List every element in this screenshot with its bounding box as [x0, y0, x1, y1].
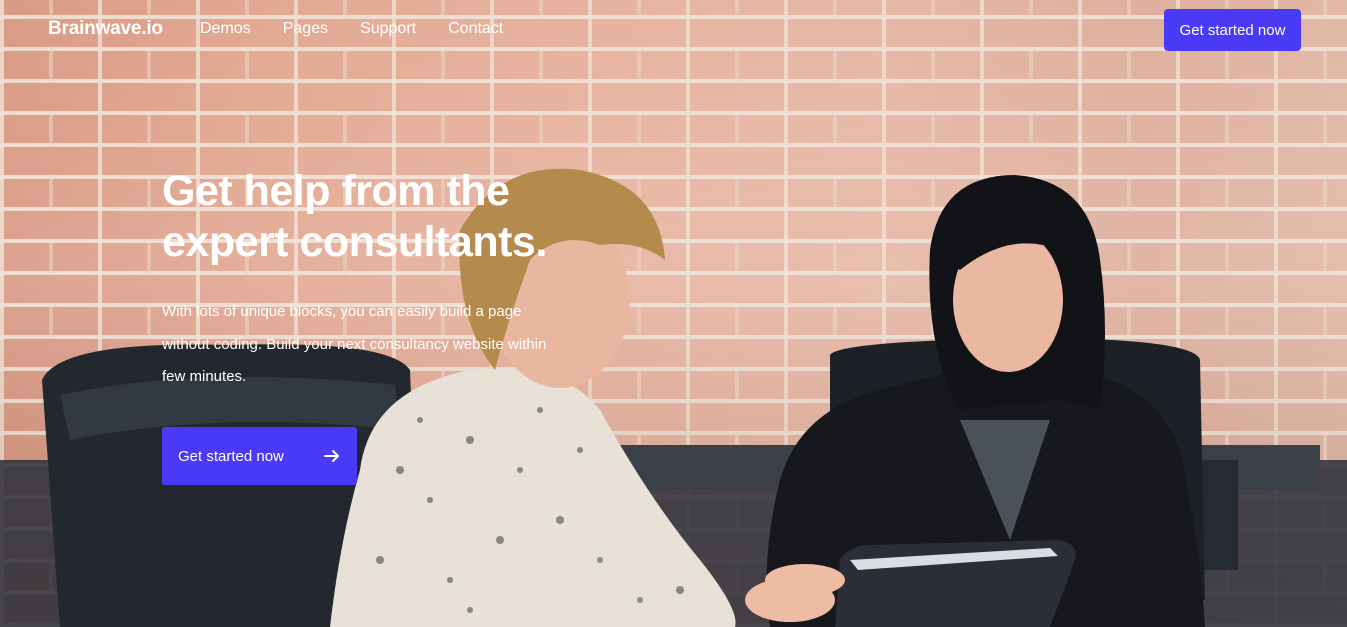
hero-description: With lots of unique blocks, you can easi… — [162, 303, 547, 385]
main-nav: Demos Pages Support Contact — [200, 20, 503, 38]
nav-item-contact[interactable]: Contact — [448, 20, 503, 38]
nav-item-demos[interactable]: Demos — [200, 20, 251, 38]
hero-title-line-2: expert consultants. — [162, 218, 547, 266]
nav-item-support[interactable]: Support — [360, 20, 416, 38]
hero-cta-label: Get started now — [178, 447, 284, 465]
hero-title: Get help from the expert consultants. — [162, 166, 602, 268]
arrow-right-icon — [323, 447, 341, 465]
hero-copy: Get help from the expert consultants. Wi… — [162, 166, 602, 394]
hero-section: Brainwave.io Demos Pages Support Contact… — [0, 0, 1347, 627]
hero-title-line-1: Get help from the — [162, 167, 510, 215]
site-header: Brainwave.io Demos Pages Support Contact… — [0, 0, 1347, 60]
nav-item-pages[interactable]: Pages — [283, 20, 328, 38]
brand-logo[interactable]: Brainwave.io — [48, 18, 163, 40]
hero-get-started-button[interactable]: Get started now — [162, 427, 357, 485]
header-get-started-button[interactable]: Get started now — [1164, 9, 1301, 51]
